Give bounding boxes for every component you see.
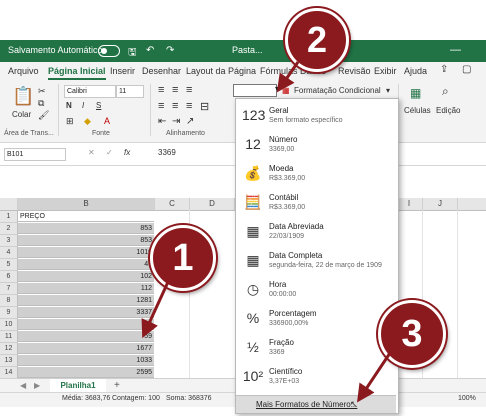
callout-arrows: [141, 61, 394, 403]
arrow-2: [276, 61, 300, 93]
arrow-3: [357, 349, 394, 403]
arrow-1: [141, 281, 170, 339]
